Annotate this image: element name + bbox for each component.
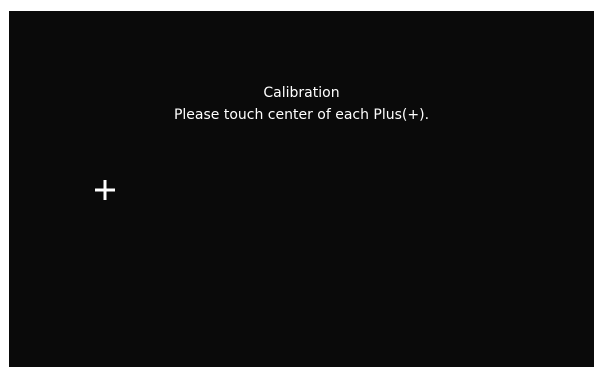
calibration-title: Calibration [263, 85, 340, 101]
plus-icon [95, 180, 115, 200]
calibration-target[interactable] [94, 179, 116, 201]
calibration-screen[interactable]: Calibration Please touch center of each … [9, 11, 594, 367]
calibration-instruction: Please touch center of each Plus(+). [173, 107, 430, 123]
